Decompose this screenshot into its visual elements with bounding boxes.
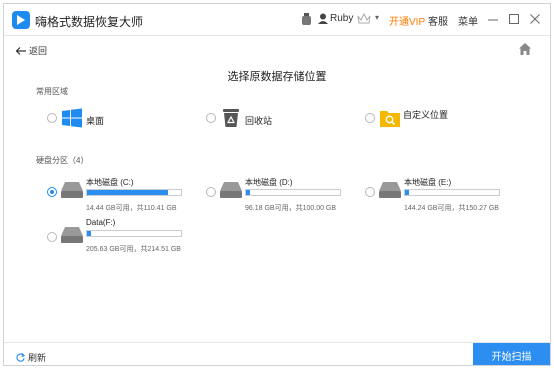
vip-button[interactable]: 开通VIP <box>389 13 425 28</box>
recycle-bin-radio[interactable] <box>206 113 216 123</box>
home-icon <box>519 43 531 55</box>
app-logo-icon <box>12 11 30 29</box>
drive-e-size: 144.24 GB可用，共150.27 GB <box>404 205 499 212</box>
skin-icon[interactable] <box>302 13 311 28</box>
desktop-label: 桌面 <box>86 116 105 126</box>
start-scan-button[interactable]: 开始扫描 <box>473 343 550 365</box>
hard-drive-icon <box>61 182 83 198</box>
drive-c-name: 本地磁盘 (C:) <box>86 178 134 187</box>
custom-location-label: 自定义位置 <box>403 110 449 120</box>
drive-e-radio[interactable] <box>365 187 375 197</box>
desktop-radio[interactable] <box>47 113 57 123</box>
back-button[interactable]: 返回 <box>16 44 47 57</box>
refresh-icon <box>16 353 25 362</box>
refresh-button[interactable]: 刷新 <box>16 351 46 364</box>
app-title: 嗨格式数据恢复大师 <box>35 15 144 29</box>
windows-icon <box>62 108 82 128</box>
common-area-heading: 常用区域 <box>36 87 68 96</box>
title-bar: 嗨格式数据恢复大师 Ruby ▾ 开通VIP 客服 菜单 <box>4 4 550 36</box>
menu-button[interactable]: 菜单 <box>458 13 478 28</box>
maximize-button[interactable] <box>506 11 522 27</box>
drive-f-size: 205.63 GB可用，共214.51 GB <box>86 246 181 253</box>
page-title: 选择原数据存储位置 <box>227 71 327 83</box>
drive-e-usage-fill <box>405 190 409 195</box>
drive-f-name: Data(F:) <box>86 218 116 227</box>
drive-e-name: 本地磁盘 (E:) <box>404 178 452 187</box>
drive-c-usage-fill <box>87 190 168 195</box>
drive-d-usage-fill <box>246 190 250 195</box>
footer-bar: 刷新 开始扫描 <box>4 342 550 365</box>
drive-c-size: 14.44 GB可用，共110.41 GB <box>86 205 177 212</box>
drive-d-radio[interactable] <box>206 187 216 197</box>
drive-f-usage-fill <box>87 231 91 236</box>
close-button[interactable] <box>527 11 543 27</box>
user-account[interactable]: Ruby <box>318 13 353 24</box>
drive-d-usage-bar <box>245 189 341 196</box>
arrow-left-icon <box>16 46 26 55</box>
maximize-icon <box>509 14 519 24</box>
recycle-bin-label: 回收站 <box>245 116 273 126</box>
drive-d-name: 本地磁盘 (D:) <box>245 178 293 187</box>
drive-d-size: 96.18 GB可用，共100.00 GB <box>245 205 337 212</box>
hard-drive-icon <box>379 182 401 198</box>
recycle-bin-icon <box>221 108 241 128</box>
user-avatar-icon <box>318 13 328 24</box>
hard-drive-icon <box>61 227 83 243</box>
service-button[interactable]: 客服 <box>428 13 448 28</box>
hard-drive-icon <box>220 182 242 198</box>
drive-e-usage-bar <box>404 189 500 196</box>
app-window: 嗨格式数据恢复大师 Ruby ▾ 开通VIP 客服 菜单 返回 选择原数据存储位… <box>3 3 551 366</box>
home-button[interactable] <box>518 42 532 56</box>
drive-c-usage-bar <box>86 189 182 196</box>
custom-location-radio[interactable] <box>365 113 375 123</box>
close-icon <box>530 14 540 24</box>
drive-partitions-heading: 硬盘分区（4） <box>36 156 89 165</box>
account-dropdown-chevron-icon[interactable]: ▾ <box>375 13 379 22</box>
drive-f-radio[interactable] <box>47 232 57 242</box>
folder-search-icon <box>380 108 400 128</box>
user-name: Ruby <box>330 13 354 24</box>
back-label: 返回 <box>29 46 48 56</box>
refresh-label: 刷新 <box>28 353 47 363</box>
drive-c-radio[interactable] <box>47 187 57 197</box>
drive-f-usage-bar <box>86 230 182 237</box>
minimize-button[interactable] <box>485 11 501 27</box>
minimize-icon <box>488 19 498 21</box>
crown-icon[interactable] <box>357 12 371 27</box>
